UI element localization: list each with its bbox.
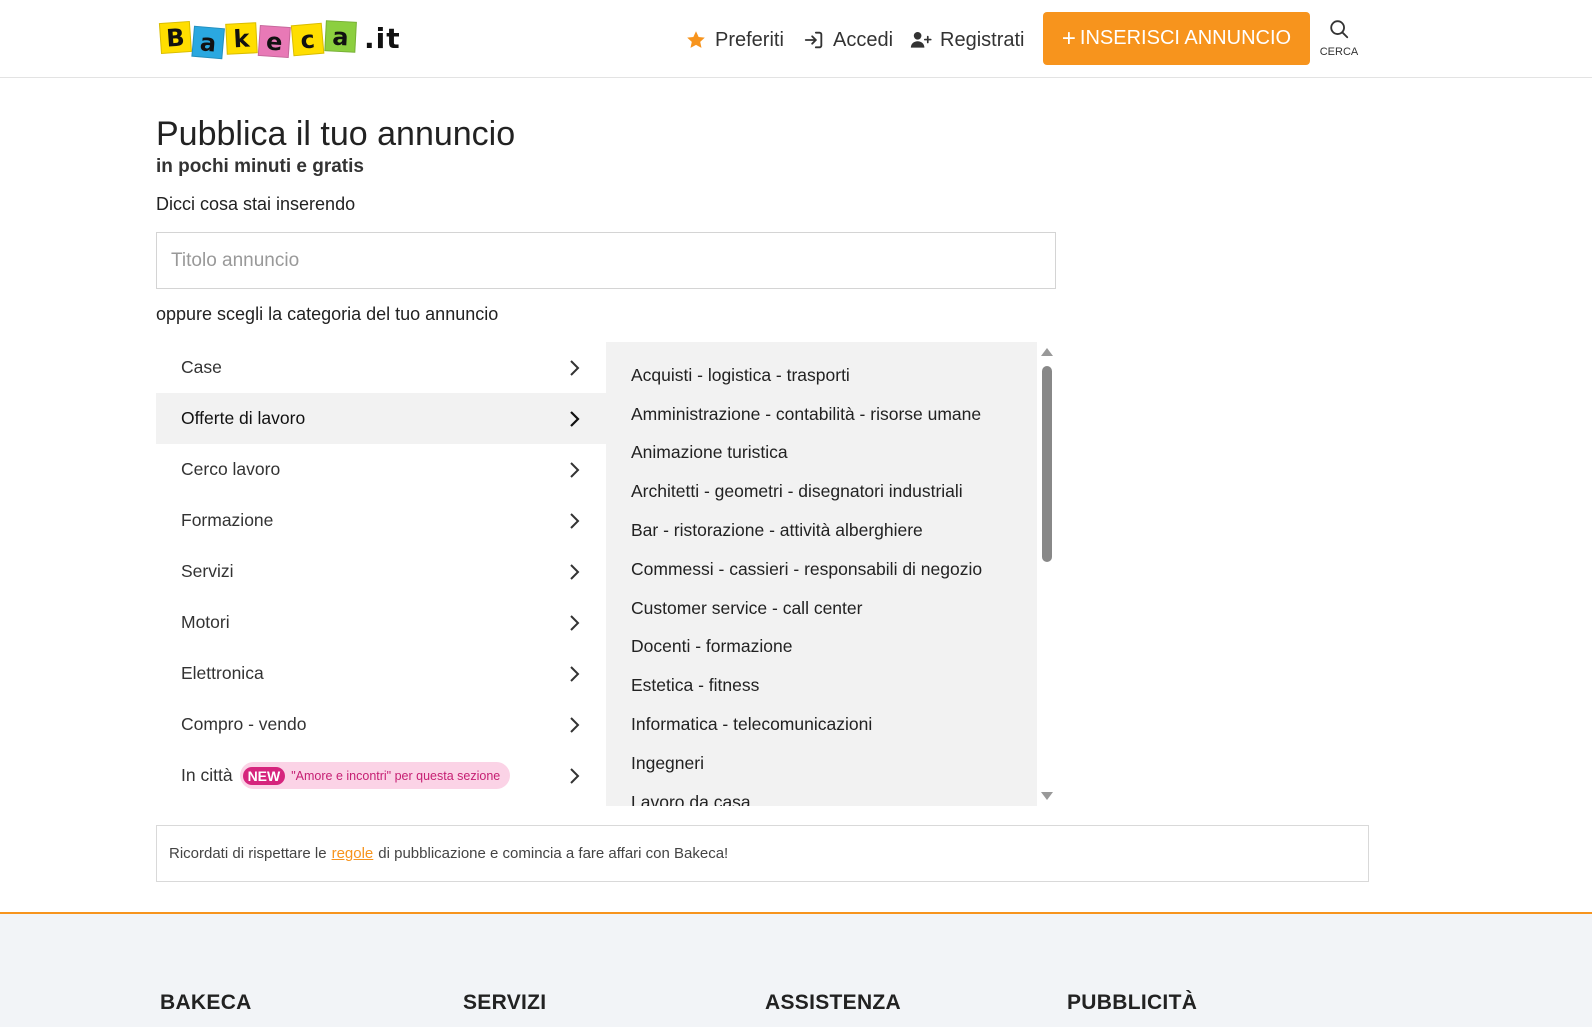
category-label: Servizi — [181, 561, 234, 581]
subcategory-item[interactable]: Acquisti - logistica - trasporti — [631, 356, 982, 395]
site-header: B a k e c a .it Preferiti Accedi Registr… — [0, 0, 1592, 78]
category-label: In città — [181, 765, 233, 785]
logo-tile: a — [324, 19, 357, 53]
login-icon — [803, 29, 825, 51]
chevron-right-icon — [570, 411, 580, 427]
footer-heading-servizi: SERVIZI — [463, 991, 547, 1014]
footer-heading-assistenza: ASSISTENZA — [765, 991, 902, 1014]
subcategory-item[interactable]: Lavoro da casa — [631, 783, 982, 806]
new-badge-label: NEW — [242, 766, 286, 785]
logo-tile: a — [191, 25, 225, 59]
subcategory-item[interactable]: Commessi - cassieri - responsabili di ne… — [631, 550, 982, 589]
category-list: Case Offerte di lavoro Cerco lavoro Form… — [156, 342, 606, 801]
logo-tile: e — [257, 24, 291, 58]
category-item-servizi[interactable]: Servizi — [156, 546, 606, 597]
insert-ad-label: INSERISCI ANNUNCIO — [1079, 27, 1292, 49]
category-item-case[interactable]: Case — [156, 342, 606, 393]
chevron-right-icon — [570, 360, 580, 376]
chevron-right-icon — [570, 768, 580, 784]
category-prompt: oppure scegli la categoria del tuo annun… — [156, 304, 499, 324]
category-item-in-citta[interactable]: In città NEW "Amore e incontri" per ques… — [156, 750, 606, 801]
scroll-down-arrow-icon[interactable] — [1041, 792, 1053, 800]
chevron-right-icon — [570, 462, 580, 478]
rules-notice: Ricordati di rispettare le regole di pub… — [156, 825, 1369, 882]
ad-title-input[interactable] — [156, 232, 1056, 289]
chevron-right-icon — [570, 615, 580, 631]
scrollbar-thumb[interactable] — [1042, 366, 1052, 562]
subcategory-panel: Acquisti - logistica - trasporti Amminis… — [606, 342, 1056, 806]
category-label: Cerco lavoro — [181, 459, 281, 479]
page-title: Pubblica il tuo annuncio — [156, 115, 516, 153]
category-label: Compro - vendo — [181, 714, 307, 734]
chevron-right-icon — [570, 717, 580, 733]
nav-registrati-label: Registrati — [940, 28, 1025, 51]
new-badge: NEW "Amore e incontri" per questa sezion… — [239, 762, 511, 789]
chevron-right-icon — [570, 513, 580, 529]
search-icon — [1328, 18, 1350, 44]
logo-tile: B — [158, 20, 192, 54]
category-label: Offerte di lavoro — [181, 408, 306, 428]
notice-text-after: di pubblicazione e comincia a fare affar… — [378, 845, 729, 862]
search-button[interactable]: CERCA — [1319, 18, 1359, 58]
category-item-elettronica[interactable]: Elettronica — [156, 648, 606, 699]
rules-link[interactable]: regole — [332, 845, 374, 862]
category-label: Formazione — [181, 510, 274, 530]
search-label: CERCA — [1319, 46, 1359, 58]
subcategory-item[interactable]: Animazione turistica — [631, 434, 982, 473]
subcategory-item[interactable]: Customer service - call center — [631, 589, 982, 628]
bakeca-logo[interactable]: B a k e c a .it — [158, 18, 401, 59]
chevron-right-icon — [570, 666, 580, 682]
subcategory-item[interactable]: Docenti - formazione — [631, 628, 982, 667]
page-subtitle: in pochi minuti e gratis — [156, 156, 364, 177]
category-item-offerte-di-lavoro[interactable]: Offerte di lavoro — [156, 393, 606, 444]
subcategory-item[interactable]: Estetica - fitness — [631, 666, 982, 705]
category-item-cerco-lavoro[interactable]: Cerco lavoro — [156, 444, 606, 495]
scroll-up-arrow-icon[interactable] — [1041, 348, 1053, 356]
nav-preferiti[interactable]: Preferiti — [685, 20, 784, 60]
category-item-compro-vendo[interactable]: Compro - vendo — [156, 699, 606, 750]
category-label: Case — [181, 357, 222, 377]
plus-icon: + — [1061, 24, 1076, 52]
category-item-motori[interactable]: Motori — [156, 597, 606, 648]
subcategory-item[interactable]: Architetti - geometri - disegnatori indu… — [631, 472, 982, 511]
subcategory-item[interactable]: Bar - ristorazione - attività alberghier… — [631, 511, 982, 550]
title-prompt: Dicci cosa stai inserendo — [156, 194, 356, 214]
footer-heading-pubblicita: PUBBLICITÀ — [1067, 991, 1198, 1014]
logo-tile: c — [290, 22, 325, 56]
subcategory-list: Acquisti - logistica - trasporti Amminis… — [631, 356, 982, 806]
site-footer: BAKECA SERVIZI ASSISTENZA PUBBLICITÀ — [0, 912, 1592, 1027]
notice-text-before: Ricordati di rispettare le — [169, 845, 327, 862]
category-item-formazione[interactable]: Formazione — [156, 495, 606, 546]
nav-registrati[interactable]: Registrati — [910, 20, 1024, 60]
subcategory-item[interactable]: Amministrazione - contabilità - risorse … — [631, 395, 982, 434]
subcategory-item[interactable]: Informatica - telecomunicazioni — [631, 705, 982, 744]
logo-tile: k — [225, 21, 258, 55]
star-icon — [685, 29, 707, 51]
insert-ad-button[interactable]: + INSERISCI ANNUNCIO — [1043, 12, 1310, 65]
subcategory-scrollbar[interactable] — [1037, 342, 1056, 806]
footer-heading-bakeca: BAKECA — [160, 991, 252, 1014]
nav-accedi[interactable]: Accedi — [803, 20, 893, 60]
category-label: Motori — [181, 612, 230, 632]
category-label: Elettronica — [181, 663, 264, 683]
nav-preferiti-label: Preferiti — [715, 28, 784, 51]
chevron-right-icon — [570, 564, 580, 580]
user-plus-icon — [910, 29, 932, 51]
subcategory-item[interactable]: Ingegneri — [631, 744, 982, 783]
new-badge-text: "Amore e incontri" per questa sezione — [291, 768, 501, 783]
nav-accedi-label: Accedi — [833, 28, 894, 51]
logo-suffix: .it — [364, 21, 401, 55]
